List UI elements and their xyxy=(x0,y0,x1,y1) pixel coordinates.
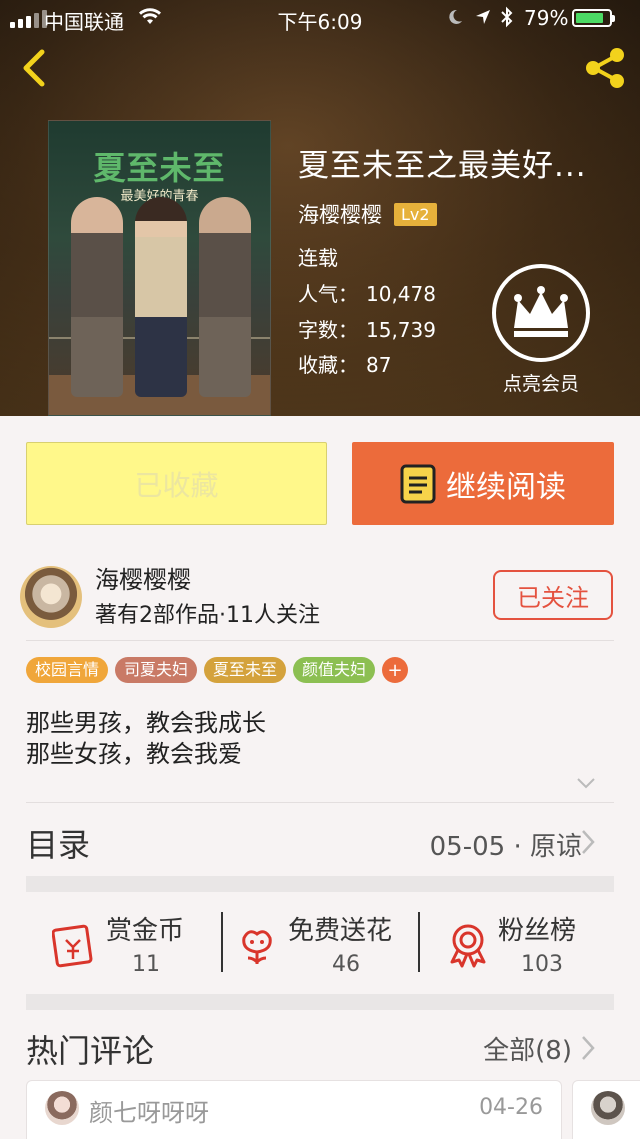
action-count: 46 xyxy=(332,952,360,977)
medal-icon xyxy=(450,924,486,968)
location-arrow-icon xyxy=(476,10,490,24)
author-row[interactable]: 海樱樱樱 Lv2 xyxy=(298,199,437,229)
table-of-contents-row[interactable]: 目录 05-05 · 原谅 xyxy=(0,806,640,876)
author-card-name: 海樱樱樱 xyxy=(95,566,191,594)
send-flower-button[interactable]: 免费送花 46 xyxy=(238,908,408,984)
all-comments-link[interactable]: 全部(8) xyxy=(483,1030,572,1067)
description-line: 那些男孩，教会我成长 xyxy=(26,709,266,737)
share-icon xyxy=(586,48,624,88)
divider xyxy=(26,640,614,641)
continue-reading-label: 继续阅读 xyxy=(446,469,566,505)
share-button[interactable] xyxy=(580,46,630,90)
tag[interactable]: 校园言情 xyxy=(26,657,109,683)
divider xyxy=(221,912,223,972)
avatar[interactable] xyxy=(45,1091,79,1125)
action-label: 赏金币 xyxy=(106,916,185,946)
avatar[interactable] xyxy=(20,566,82,628)
reward-coins-button[interactable]: 赏金币 11 xyxy=(52,908,202,984)
tag[interactable]: 司夏夫妇 xyxy=(115,657,198,683)
stat-favorites: 收藏： 87 xyxy=(298,349,391,378)
tag[interactable]: 颜值夫妇 xyxy=(293,657,376,683)
author-card[interactable]: 海樱樱樱 著有2部作品·11人关注 已关注 xyxy=(0,548,640,638)
stat-value: 15,739 xyxy=(366,318,436,342)
divider xyxy=(418,912,420,972)
add-tag-button[interactable]: + xyxy=(382,657,409,683)
section-separator xyxy=(26,876,614,892)
book-cover[interactable]: 夏至未至 最美好的青春 xyxy=(48,120,271,416)
support-actions: 赏金币 11 免费送花 46 粉丝榜 103 xyxy=(0,900,640,990)
comments-title: 热门评论 xyxy=(26,1032,155,1070)
book-icon xyxy=(400,464,436,503)
flower-icon xyxy=(242,930,272,964)
cover-figure xyxy=(71,197,123,397)
action-label: 免费送花 xyxy=(288,916,393,946)
toc-title: 目录 xyxy=(26,826,91,864)
battery-icon xyxy=(572,9,615,27)
stat-value: 87 xyxy=(366,353,392,377)
continue-reading-button[interactable]: 继续阅读 xyxy=(352,442,614,525)
description-line: 那些女孩，教会我爱 xyxy=(26,740,242,768)
section-separator xyxy=(26,994,614,1010)
fan-ranking-button[interactable]: 粉丝榜 103 xyxy=(448,908,598,984)
serial-status: 连载 xyxy=(298,246,338,270)
back-button[interactable] xyxy=(14,46,54,90)
moon-icon xyxy=(449,9,462,24)
vip-button[interactable] xyxy=(492,264,590,362)
action-label: 粉丝榜 xyxy=(498,916,577,946)
chevron-down-icon[interactable] xyxy=(576,776,596,790)
comment-card[interactable] xyxy=(572,1080,640,1139)
tag[interactable]: 夏至未至 xyxy=(204,657,287,683)
red-envelope-icon xyxy=(52,924,93,968)
follow-button[interactable]: 已关注 xyxy=(493,570,613,620)
cover-title: 夏至未至 xyxy=(93,149,226,187)
level-badge: Lv2 xyxy=(394,202,437,226)
action-count: 103 xyxy=(521,952,563,977)
avatar[interactable] xyxy=(591,1091,625,1125)
hot-comments-header[interactable]: 热门评论 全部(8) xyxy=(0,1012,640,1076)
book-title: 夏至未至之最美好... xyxy=(298,148,587,184)
bluetooth-icon xyxy=(501,6,513,28)
author-name[interactable]: 海樱樱樱 xyxy=(298,199,382,229)
chevron-right-icon xyxy=(582,830,595,854)
stat-label: 收藏： xyxy=(298,353,358,377)
book-description: 那些男孩，教会我成长 那些女孩，教会我爱 xyxy=(26,708,266,770)
stat-word-count: 字数： 15,739 xyxy=(298,314,436,343)
comment-user: 颜七呀呀呀 xyxy=(89,1099,209,1127)
stat-popularity: 人气： 10,478 xyxy=(298,278,436,307)
stat-value: 10,478 xyxy=(366,282,436,306)
action-count: 11 xyxy=(132,952,160,977)
crown-icon xyxy=(514,286,568,337)
vip-label[interactable]: 点亮会员 xyxy=(482,369,600,396)
chevron-left-icon xyxy=(23,49,45,87)
divider xyxy=(26,802,614,803)
latest-chapter: 05-05 · 原谅 xyxy=(429,832,582,862)
stat-label: 字数： xyxy=(298,318,358,342)
favorited-button[interactable]: 已收藏 xyxy=(26,442,327,525)
comment-card[interactable]: 颜七呀呀呀 04-26 xyxy=(26,1080,562,1139)
comment-date: 04-26 xyxy=(479,1095,543,1120)
cover-figure xyxy=(199,197,251,397)
tag-list: 校园言情 司夏夫妇 夏至未至 颜值夫妇 + xyxy=(26,657,409,683)
status-bar: 中国联通 下午6:09 79% xyxy=(0,0,640,36)
cover-figure xyxy=(135,197,187,397)
author-card-meta: 著有2部作品·11人关注 xyxy=(95,603,320,628)
chevron-right-icon xyxy=(582,1036,595,1060)
battery-percent: 79% xyxy=(524,6,569,30)
stat-label: 人气： xyxy=(298,282,358,306)
